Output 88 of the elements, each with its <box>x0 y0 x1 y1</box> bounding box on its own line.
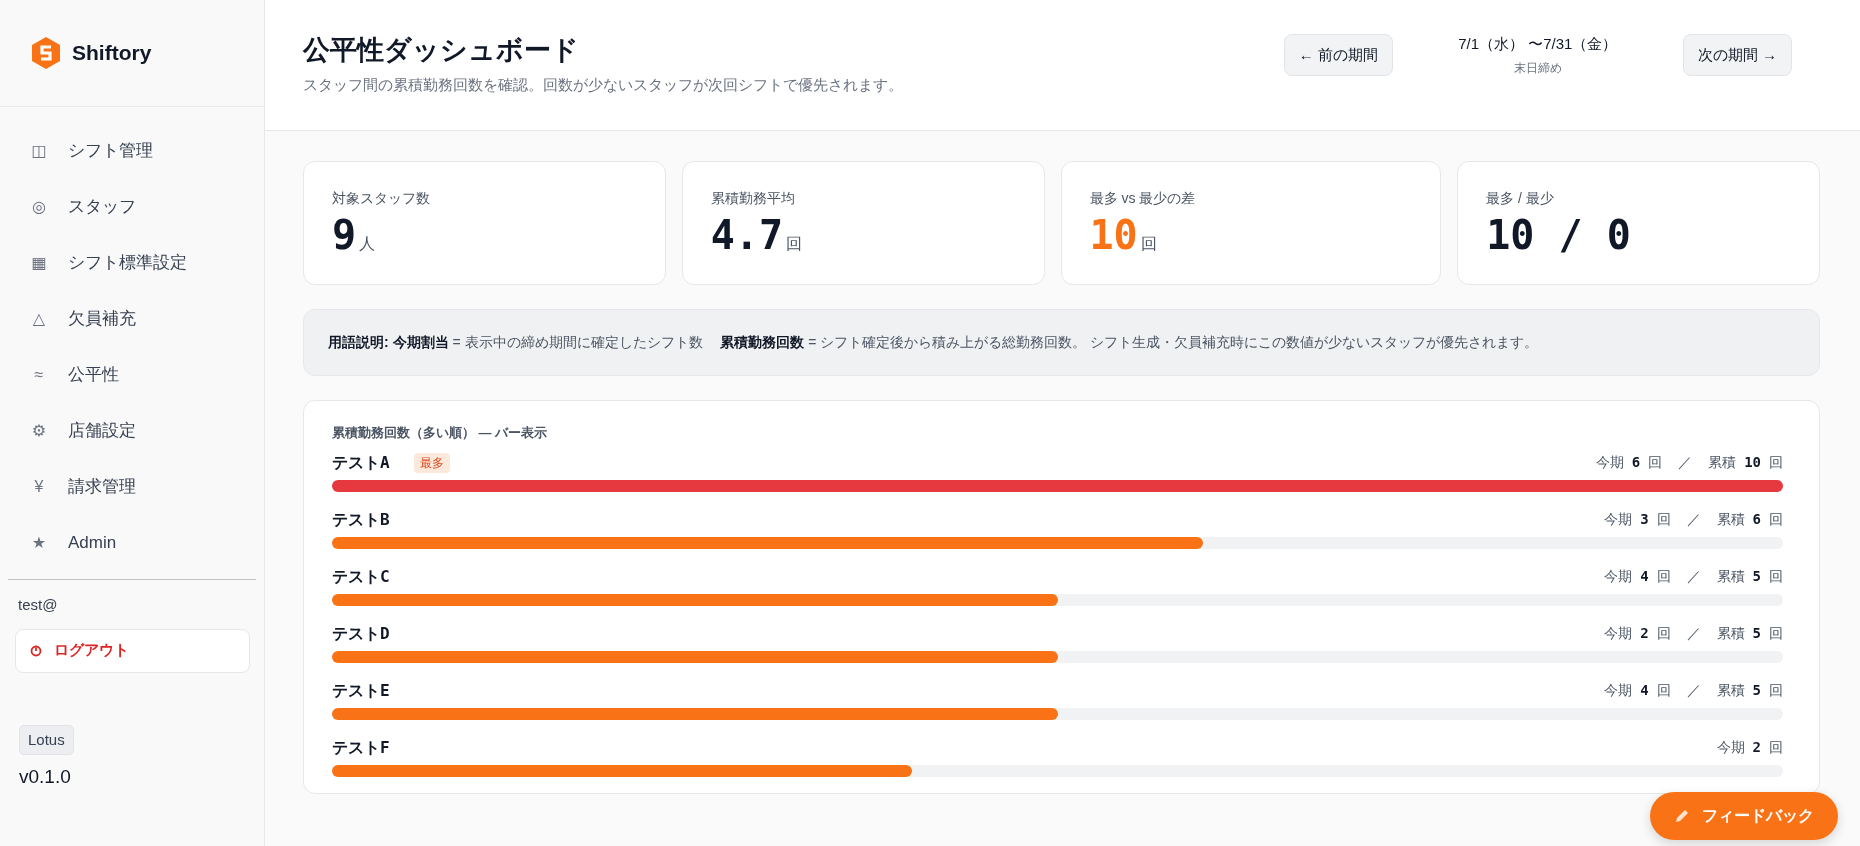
stat-value: 10 <box>1089 213 1138 257</box>
triangle-icon: △ <box>28 307 50 331</box>
unit-label: 回 <box>1769 681 1783 700</box>
nav-item[interactable]: ▦ シフト標準設定 <box>0 235 264 291</box>
count-value: 5 <box>1752 567 1761 586</box>
date-range: 7/1（水） 〜7/31（金） <box>1457 33 1619 54</box>
stat-unit: 回 <box>786 234 802 254</box>
nav-item[interactable]: ≈ 公平性 <box>0 347 264 403</box>
stat-value: 10 / 0 <box>1486 213 1631 257</box>
logo-icon <box>30 36 62 70</box>
unit-label: 回 <box>1769 567 1783 586</box>
plan-badge: Lotus <box>19 724 74 755</box>
unit-label: 回 <box>1769 738 1783 757</box>
staff-name: テストF <box>332 736 390 759</box>
stat-unit: 人 <box>359 234 376 254</box>
stat-unit: 回 <box>1140 234 1157 254</box>
glossary-note: 用語説明: 今期割当 = 表示中の締め期間に確定したシフト数 累積勤務回数 = シフト確定後から積み上がる総勤務回数。 シフト生成・欠員補充時にこの数値が少ないスタッフが優先されます。 <box>303 309 1820 376</box>
logout-button[interactable]: ログアウト <box>15 628 250 673</box>
nav-item[interactable]: ¥ 請求管理 <box>0 459 264 515</box>
count-label: 今期 <box>1604 567 1633 586</box>
count-label: 今期 <box>1604 510 1633 529</box>
unit-label: 回 <box>1769 510 1783 529</box>
unit-label: 回 <box>1769 453 1783 472</box>
brand-name: Shiftory <box>72 40 152 67</box>
columns-icon: ◫ <box>28 139 50 163</box>
count-value: 4 <box>1640 567 1649 586</box>
count-label: 累積 <box>1716 624 1745 643</box>
staff-name: テストA <box>332 451 390 474</box>
stat-value: 9 <box>332 213 357 257</box>
unit-label: 回 <box>1656 624 1671 643</box>
unit-label: 回 <box>1648 453 1663 472</box>
staff-name: テストE <box>332 679 390 702</box>
page-subtitle: スタッフ間の累積勤務回数を確認。回数が少ないスタッフが次回シフトで優先されます。 <box>303 74 903 95</box>
count-value: 2 <box>1752 738 1761 757</box>
count-value: 5 <box>1752 624 1761 643</box>
count-value: 3 <box>1640 510 1649 529</box>
unit-label: 回 <box>1656 510 1671 529</box>
separator: ／ <box>1686 681 1701 700</box>
count-value: 6 <box>1752 510 1761 529</box>
separator: ／ <box>1686 567 1701 586</box>
max-badge: 最多 <box>413 452 450 473</box>
user-email: test@ <box>17 595 59 615</box>
version-text: v0.1.0 <box>19 765 72 789</box>
staff-name: テストD <box>332 622 390 645</box>
stat-label: 対象スタッフ数 <box>332 189 431 208</box>
gear-icon: ⚙ <box>28 419 50 443</box>
previous-period-button[interactable]: ← 前の期間 <box>1283 33 1393 77</box>
count-label: 累積 <box>1716 681 1745 700</box>
nav-item[interactable]: ★ Admin <box>0 515 264 571</box>
separator: ／ <box>1686 624 1701 643</box>
yen-icon: ¥ <box>28 475 50 499</box>
count-label: 今期 <box>1716 738 1745 757</box>
count-label: 今期 <box>1595 453 1624 472</box>
nav-item[interactable]: ◫ シフト管理 <box>0 123 264 179</box>
count-value: 4 <box>1640 681 1649 700</box>
staff-name: テストC <box>332 565 390 588</box>
star-icon: ★ <box>28 531 50 555</box>
stat-label: 最多 / 最少 <box>1486 189 1555 208</box>
count-value: 6 <box>1631 453 1641 472</box>
pencil-icon <box>1674 808 1690 824</box>
closing-label: 末日締め <box>1512 60 1563 78</box>
separator: ／ <box>1686 510 1701 529</box>
grid-icon: ▦ <box>28 251 50 275</box>
count-label: 累積 <box>1716 567 1745 586</box>
nav-item[interactable]: ◎ スタッフ <box>0 179 264 235</box>
stat-value: 4.7 <box>710 213 783 257</box>
nav-item[interactable]: ⚙ 店舗設定 <box>0 403 264 459</box>
count-value: 10 <box>1744 453 1761 472</box>
count-label: 今期 <box>1604 681 1633 700</box>
count-value: 5 <box>1752 681 1761 700</box>
chart-title: 累積勤務回数（多い順） — バー表示 <box>332 424 549 442</box>
stat-label: 最多 vs 最少の差 <box>1089 189 1197 208</box>
count-label: 累積 <box>1708 453 1737 472</box>
staff-name: テストB <box>332 508 390 531</box>
count-label: 今期 <box>1604 624 1633 643</box>
nav-item[interactable]: △ 欠員補充 <box>0 291 264 347</box>
next-period-button[interactable]: 次の期間 → <box>1682 33 1792 77</box>
unit-label: 回 <box>1656 681 1671 700</box>
stat-label: 累積勤務平均 <box>710 189 796 208</box>
unit-label: 回 <box>1769 624 1783 643</box>
wave-icon: ≈ <box>28 363 50 387</box>
circle-icon: ◎ <box>28 195 50 219</box>
page-title: 公平性ダッシュボード <box>303 33 580 66</box>
unit-label: 回 <box>1656 567 1671 586</box>
count-value: 2 <box>1640 624 1649 643</box>
separator: ／ <box>1678 453 1693 472</box>
power-icon <box>30 644 42 657</box>
count-label: 累積 <box>1716 510 1745 529</box>
